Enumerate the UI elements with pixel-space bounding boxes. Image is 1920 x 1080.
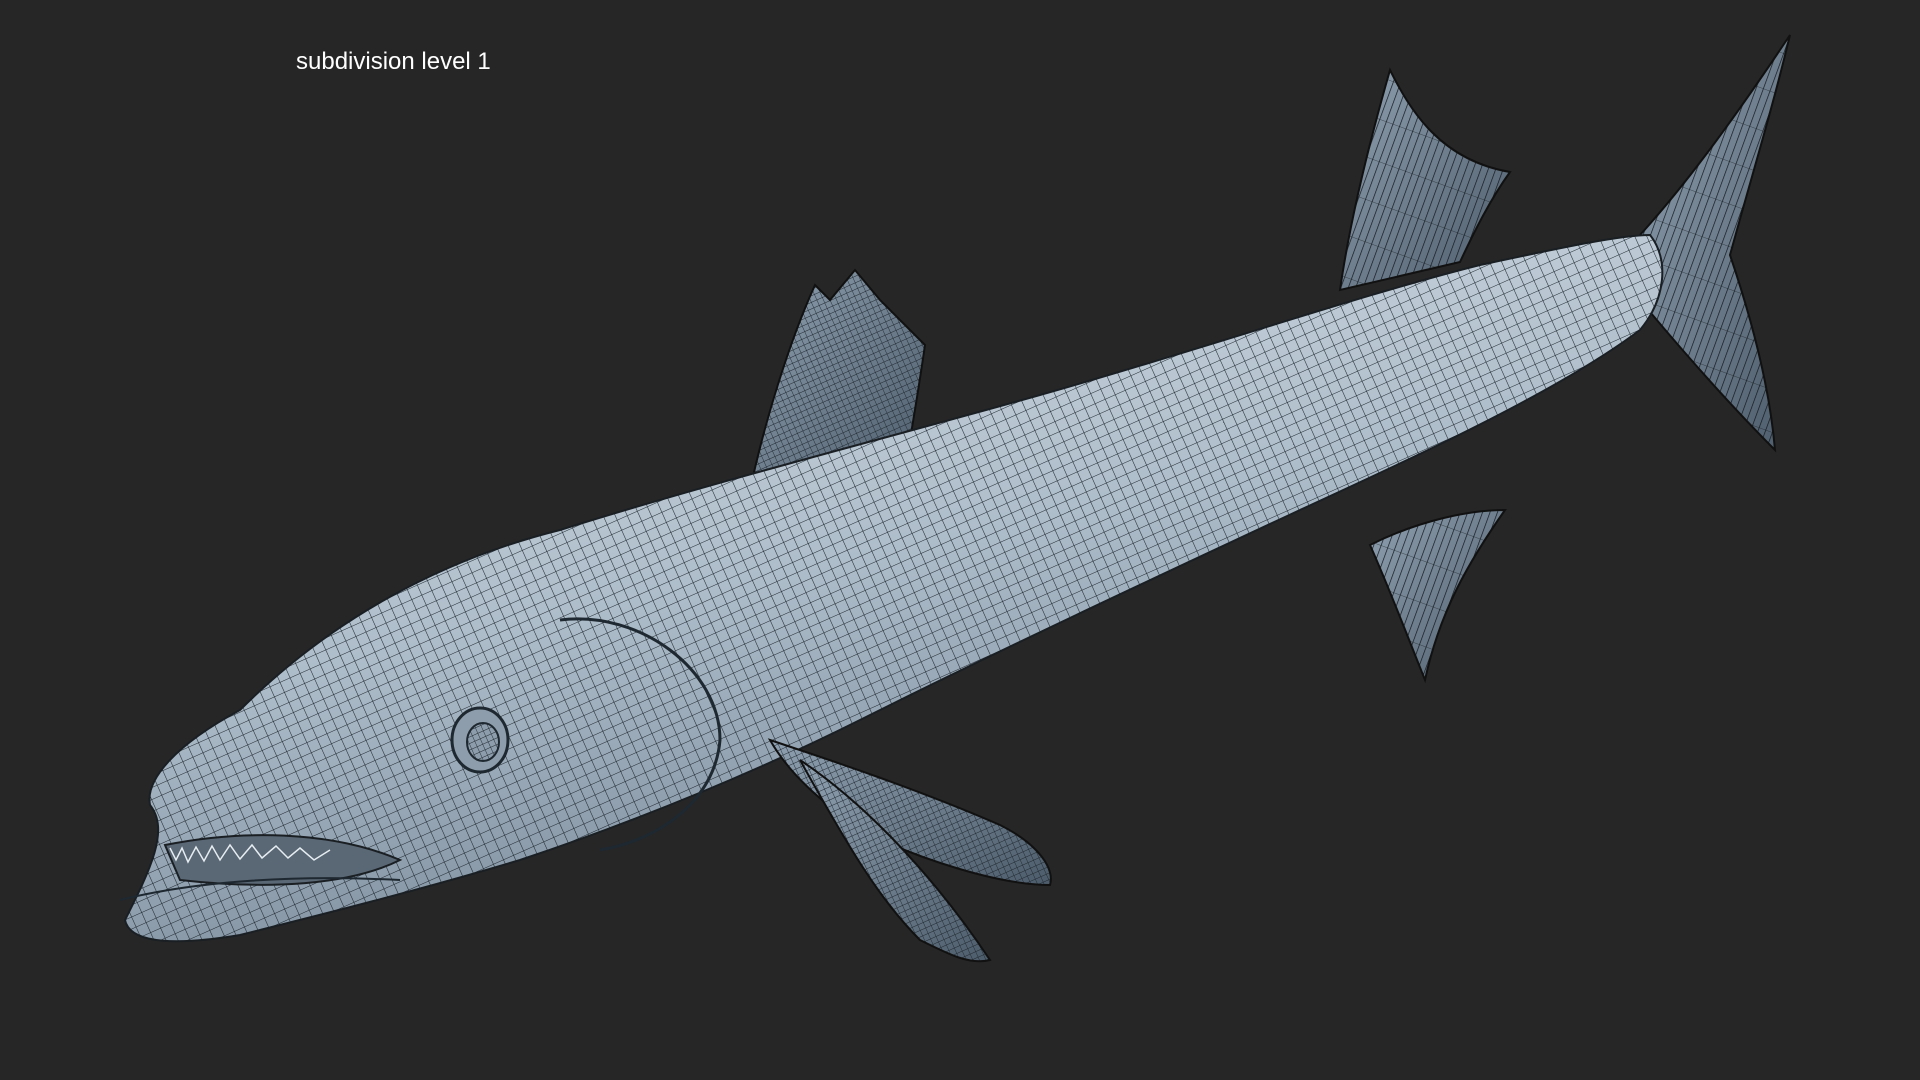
barracuda-model xyxy=(119,34,1791,963)
rear-dorsal-fin xyxy=(1338,67,1512,292)
render-viewport: subdivision level 1 xyxy=(0,0,1920,1080)
caudal-fin xyxy=(1639,34,1791,453)
anal-fin xyxy=(1368,508,1507,684)
eye xyxy=(450,706,510,774)
